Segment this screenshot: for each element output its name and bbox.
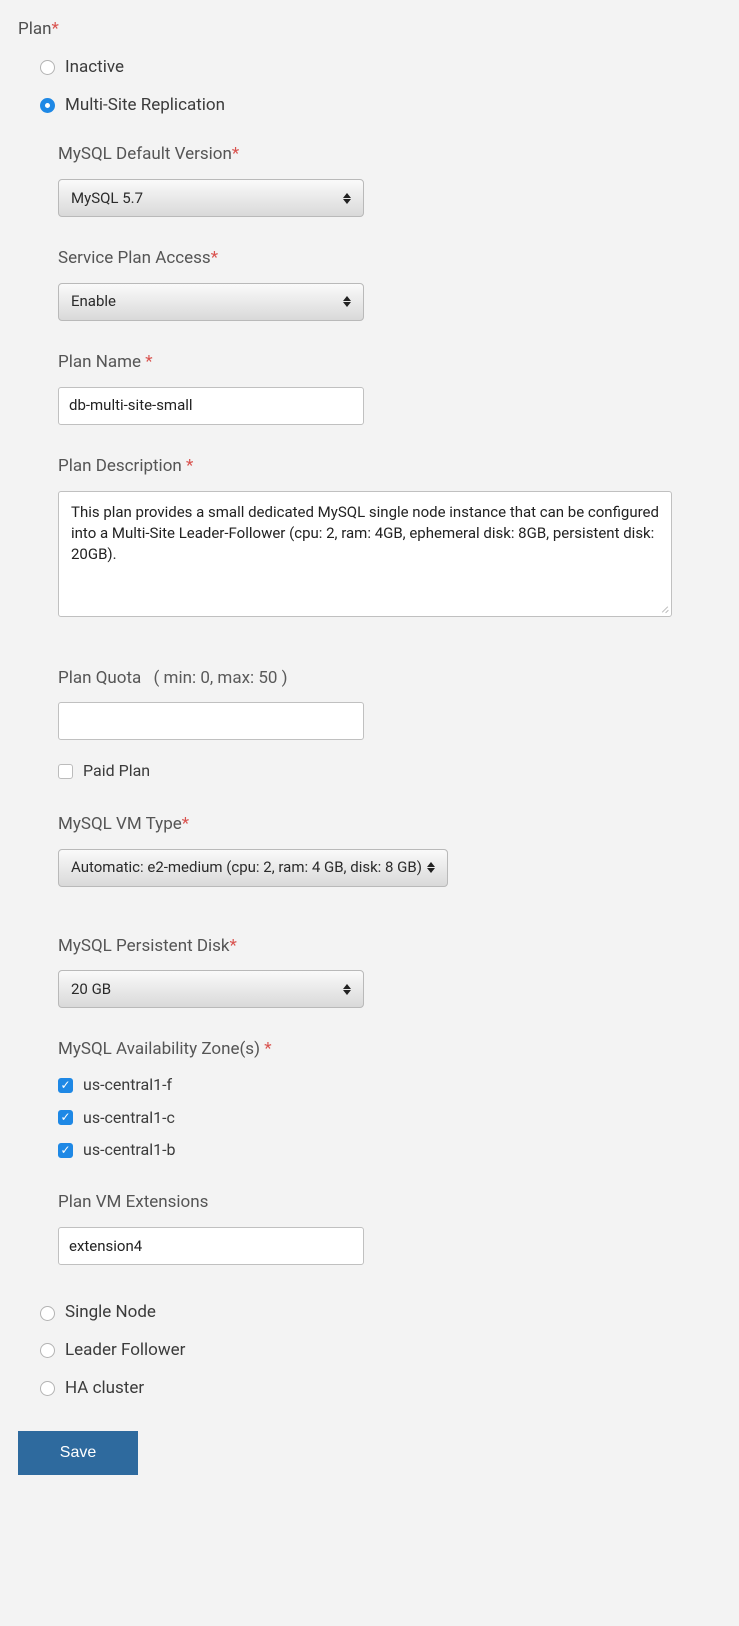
az-checkbox-row-0[interactable]: ✓ us-central1-f: [58, 1074, 721, 1096]
plan-quota-label: Plan Quota ( min: 0, max: 50 ): [58, 667, 721, 691]
radio-inactive-label: Inactive: [65, 56, 124, 80]
vm-extensions-input[interactable]: extension4: [58, 1227, 364, 1265]
mysql-persistent-disk-value: 20 GB: [71, 979, 111, 1000]
mysql-vm-type-value: Automatic: e2-medium (cpu: 2, ram: 4 GB,…: [71, 857, 422, 878]
radio-single-node[interactable]: Single Node: [40, 1301, 721, 1325]
plan-description-value: This plan provides a small dedicated MyS…: [71, 503, 659, 563]
plan-name-label: Plan Name *: [58, 351, 721, 375]
az-checkbox-row-2[interactable]: ✓ us-central1-b: [58, 1139, 721, 1161]
select-arrow-icon: [343, 193, 351, 204]
plan-name-value: db-multi-site-small: [69, 395, 193, 416]
select-arrow-icon: [343, 296, 351, 307]
save-button-label: Save: [60, 1444, 96, 1462]
plan-description-textarea[interactable]: This plan provides a small dedicated MyS…: [58, 491, 672, 617]
plan-name-input[interactable]: db-multi-site-small: [58, 387, 364, 425]
radio-icon: [40, 1306, 55, 1321]
paid-plan-label: Paid Plan: [83, 760, 150, 782]
vm-extensions-label: Plan VM Extensions: [58, 1191, 721, 1215]
service-plan-access-value: Enable: [71, 291, 116, 312]
paid-plan-checkbox-row[interactable]: Paid Plan: [58, 760, 721, 782]
radio-ha-cluster[interactable]: HA cluster: [40, 1377, 721, 1401]
plan-section-label: Plan*: [18, 18, 721, 42]
az-name-2: us-central1-b: [83, 1139, 176, 1161]
az-name-1: us-central1-c: [83, 1107, 175, 1129]
mysql-vm-type-label: MySQL VM Type*: [58, 813, 721, 837]
radio-leader-follower-label: Leader Follower: [65, 1339, 185, 1363]
checkbox-icon-checked: ✓: [58, 1143, 73, 1158]
vm-extensions-value: extension4: [69, 1236, 142, 1257]
radio-single-node-label: Single Node: [65, 1301, 156, 1325]
radio-icon: [40, 1381, 55, 1396]
checkbox-icon-checked: ✓: [58, 1078, 73, 1093]
mysql-version-select[interactable]: MySQL 5.7: [58, 179, 364, 217]
az-name-0: us-central1-f: [83, 1074, 172, 1096]
radio-inactive[interactable]: Inactive: [40, 56, 721, 80]
service-plan-access-label: Service Plan Access*: [58, 247, 721, 271]
checkbox-icon: [58, 764, 73, 779]
mysql-az-label: MySQL Availability Zone(s) *: [58, 1038, 721, 1062]
mysql-persistent-disk-label: MySQL Persistent Disk*: [58, 935, 721, 959]
service-plan-access-select[interactable]: Enable: [58, 283, 364, 321]
checkbox-icon-checked: ✓: [58, 1110, 73, 1125]
mysql-persistent-disk-select[interactable]: 20 GB: [58, 970, 364, 1008]
radio-multi-site-label: Multi-Site Replication: [65, 94, 225, 118]
plan-quota-hint: ( min: 0, max: 50 ): [154, 668, 288, 688]
radio-ha-cluster-label: HA cluster: [65, 1377, 144, 1401]
mysql-vm-type-select[interactable]: Automatic: e2-medium (cpu: 2, ram: 4 GB,…: [58, 849, 448, 887]
resize-grip-icon[interactable]: [659, 604, 669, 614]
radio-icon-checked: [40, 98, 55, 113]
mysql-version-value: MySQL 5.7: [71, 188, 143, 209]
radio-leader-follower[interactable]: Leader Follower: [40, 1339, 721, 1363]
select-arrow-icon: [427, 862, 435, 873]
select-arrow-icon: [343, 984, 351, 995]
save-button[interactable]: Save: [18, 1431, 138, 1475]
radio-multi-site[interactable]: Multi-Site Replication: [40, 94, 721, 118]
required-marker: *: [52, 19, 59, 39]
az-checkbox-row-1[interactable]: ✓ us-central1-c: [58, 1107, 721, 1129]
plan-description-label: Plan Description *: [58, 455, 721, 479]
radio-icon: [40, 1343, 55, 1358]
mysql-version-label: MySQL Default Version*: [58, 143, 721, 167]
plan-quota-input[interactable]: [58, 702, 364, 740]
radio-icon: [40, 60, 55, 75]
